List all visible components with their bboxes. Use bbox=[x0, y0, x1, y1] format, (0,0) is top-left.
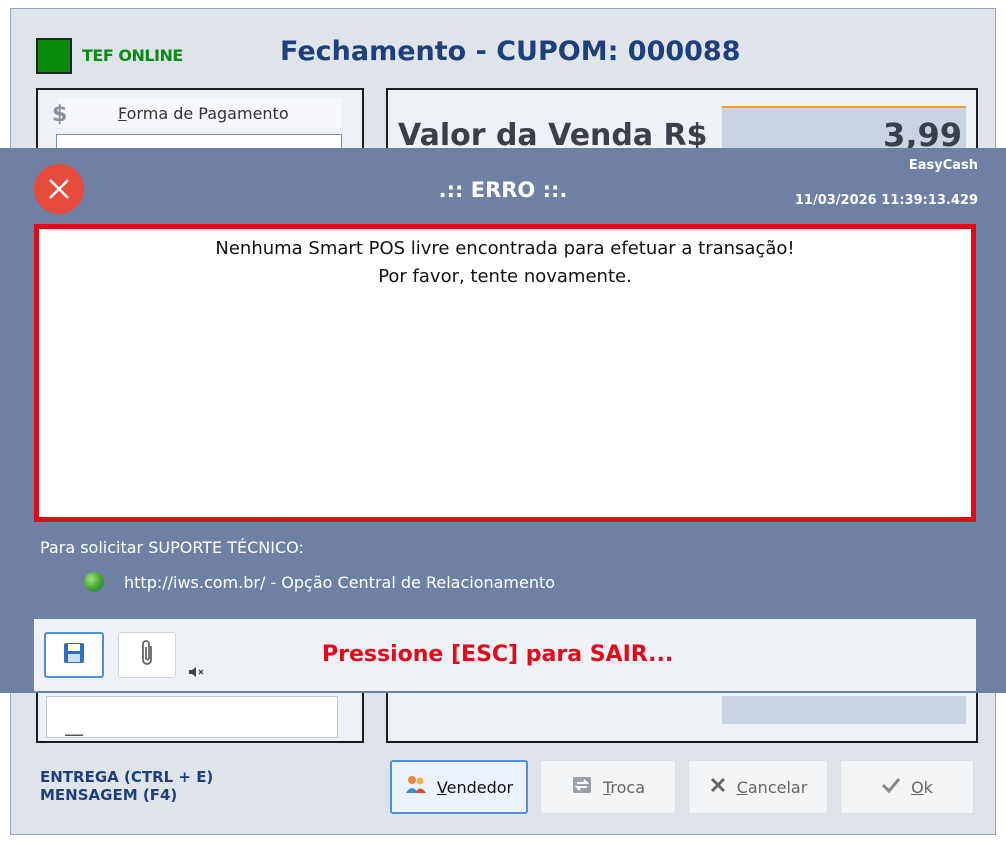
ok-rest: k bbox=[923, 777, 933, 797]
exit-hint: Pressione [ESC] para SAIR... bbox=[322, 642, 674, 667]
paperclip-icon bbox=[138, 638, 156, 672]
ok-button[interactable]: Ok bbox=[840, 760, 974, 814]
people-icon bbox=[405, 775, 427, 799]
cancelar-label: Cancelar bbox=[737, 778, 808, 797]
error-message-line1: Nenhuma Smart POS livre encontrada para … bbox=[215, 238, 795, 259]
support-label: Para solicitar SUPORTE TÉCNICO: bbox=[40, 538, 304, 557]
payment-method-label: Forma de Pagamento bbox=[118, 104, 289, 123]
vendedor-accel: V bbox=[436, 777, 447, 797]
vendedor-label: Vendedor bbox=[437, 778, 513, 797]
payment-method-list[interactable] bbox=[56, 134, 342, 149]
check-icon bbox=[881, 776, 901, 798]
troca-button[interactable]: Troca bbox=[540, 760, 676, 814]
shortcut-hints: ENTREGA (CTRL + E) MENSAGEM (F4) bbox=[40, 768, 213, 804]
floppy-icon bbox=[62, 641, 86, 669]
tef-status-indicator bbox=[36, 38, 72, 74]
app-name: EasyCash bbox=[908, 158, 978, 173]
error-message-box: Nenhuma Smart POS livre encontrada para … bbox=[34, 224, 976, 522]
tef-status-label: TEF ONLINE bbox=[82, 46, 183, 65]
payment-bottom-dash: — bbox=[64, 722, 84, 746]
dollar-icon: $ bbox=[52, 102, 68, 127]
cancelar-button[interactable]: Cancelar bbox=[688, 760, 828, 814]
troca-rest: roca bbox=[610, 777, 646, 797]
payment-bottom-field[interactable] bbox=[46, 696, 338, 738]
vendedor-rest: endedor bbox=[446, 777, 514, 797]
error-message-line2: Por favor, tente novamente. bbox=[378, 266, 632, 287]
troca-label: Troca bbox=[603, 778, 645, 797]
payment-method-label-rest: orma de Pagamento bbox=[126, 104, 289, 123]
globe-icon bbox=[84, 572, 104, 592]
delivery-shortcut: ENTREGA (CTRL + E) bbox=[40, 768, 214, 786]
payment-method-accel: F bbox=[118, 104, 127, 123]
dialog-timestamp: 11/03/2026 11:39:13.429 bbox=[794, 193, 978, 208]
ok-accel: O bbox=[911, 777, 924, 797]
save-button[interactable] bbox=[44, 632, 104, 678]
cancelar-rest: ancelar bbox=[747, 777, 808, 797]
exchange-icon bbox=[571, 775, 593, 799]
vendedor-button[interactable]: Vendedor bbox=[390, 760, 528, 814]
message-shortcut: MENSAGEM (F4) bbox=[40, 786, 178, 804]
cancelar-accel: C bbox=[736, 777, 748, 797]
close-icon bbox=[709, 776, 727, 798]
page-title: Fechamento - CUPOM: 000088 bbox=[280, 36, 741, 67]
mute-icon[interactable] bbox=[188, 664, 204, 683]
support-link[interactable]: http://iws.com.br/ - Opção Central de Re… bbox=[124, 573, 555, 592]
attach-button[interactable] bbox=[118, 632, 176, 678]
ok-label: Ok bbox=[911, 778, 933, 797]
totals-bottom-box bbox=[722, 696, 966, 724]
